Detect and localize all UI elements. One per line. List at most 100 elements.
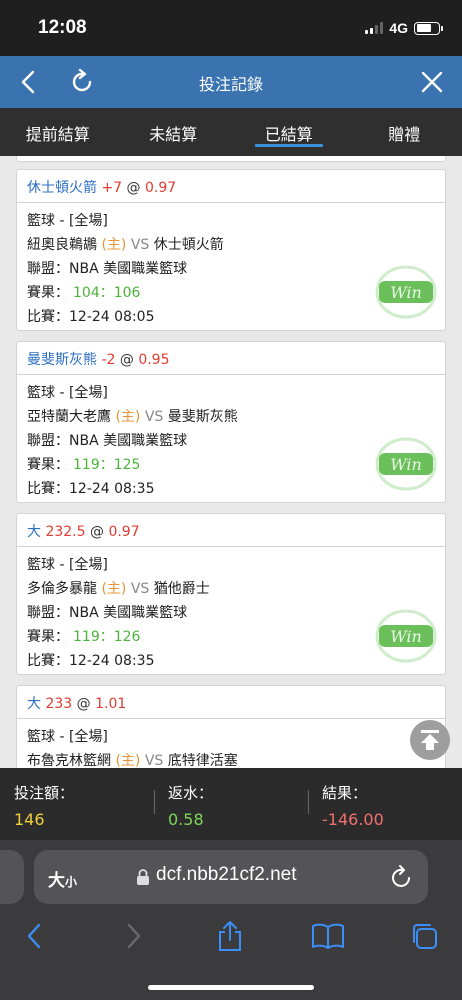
result-row: 賽果： 104：106 (27, 281, 435, 305)
result-row: 賽果： 119：126 (27, 625, 435, 649)
tab-unsettled[interactable]: 未結算 (116, 108, 232, 156)
pick-team: 休士頓火箭 (27, 180, 97, 196)
rebate-label: 返水： (168, 784, 214, 802)
league-label: 聯盟： (27, 605, 69, 621)
at-sign: @ (90, 524, 104, 540)
match-score: 119：125 (73, 457, 141, 473)
vs-label: VS (144, 753, 164, 768)
tabs-icon (413, 924, 437, 949)
win-stamp-text: Win (390, 455, 422, 474)
bet-details: 籃球 - [全場] 多倫多暴龍 (主) VS 猶他爵士 聯盟：NBA 美國職業籃… (17, 547, 445, 677)
odds: 0.97 (145, 180, 177, 196)
bet-list[interactable]: 休士頓火箭 +7 @ 0.97 籃球 - [全場] 紐奧良鵜鶘 (主) VS 休… (0, 156, 462, 768)
win-stamp: Win (375, 609, 437, 663)
vs-label: VS (144, 409, 164, 425)
matchup: 紐奧良鵜鶘 (主) VS 休士頓火箭 (27, 233, 435, 257)
handicap: 232.5 (45, 524, 86, 540)
match-score: 104：106 (73, 285, 141, 301)
bet-pick: 大 232.5 @ 0.97 (17, 514, 445, 547)
vs-label: VS (130, 581, 150, 597)
vs-label: VS (130, 237, 150, 253)
browser-back-button[interactable] (16, 918, 52, 954)
pick-team: 大 (27, 696, 41, 712)
status-bar: 12:08 4G (0, 0, 462, 56)
bet-card: 大 233 @ 1.01 籃球 - [全場] 布魯克林籃網 (主) VS 底特律… (16, 685, 446, 768)
bet-card: 曼斐斯灰熊 -2 @ 0.95 籃球 - [全場] 亞特蘭大老鷹 (主) VS … (16, 341, 446, 503)
pick-team: 曼斐斯灰熊 (27, 352, 97, 368)
chevron-right-icon (127, 923, 141, 949)
match-row: 比賽：12-24 08:05 (27, 305, 435, 329)
previous-tab-peek[interactable] (0, 850, 24, 904)
league: NBA 美國職業籃球 (69, 433, 188, 449)
tabs-button[interactable] (406, 918, 442, 954)
page-title: 投注記錄 (198, 75, 263, 94)
win-stamp-text: Win (390, 283, 422, 302)
handicap: +7 (101, 180, 123, 196)
tab-bar: 提前結算 未結算 已結算 贈禮 (0, 108, 462, 156)
bet-card: 大 232.5 @ 0.97 籃球 - [全場] 多倫多暴龍 (主) VS 猶他… (16, 513, 446, 675)
tab-gifts[interactable]: 贈禮 (347, 108, 462, 156)
sport: 籃球 - [全場] (27, 385, 108, 401)
bookmarks-button[interactable] (310, 918, 346, 954)
browser-forward-button[interactable] (116, 918, 152, 954)
app-header: 投注記錄 (0, 56, 462, 108)
win-stamp: Win (375, 265, 437, 319)
address-bar[interactable]: 大小 dcf.nbb21cf2.net (34, 850, 428, 904)
divider (154, 790, 155, 814)
share-icon (219, 921, 241, 951)
matchup: 亞特蘭大老鷹 (主) VS 曼斐斯灰熊 (27, 405, 435, 429)
network-type: 4G (389, 20, 408, 36)
divider (308, 790, 309, 814)
match-row: 比賽：12-24 08:35 (27, 649, 435, 673)
result-label: 結果： (322, 784, 368, 802)
result-value: -146.00 (322, 810, 384, 829)
bet-details: 籃球 - [全場] 布魯克林籃網 (主) VS 底特律活塞 (17, 719, 445, 768)
league-row: 聯盟：NBA 美國職業籃球 (27, 429, 435, 453)
home-team: 多倫多暴龍 (27, 581, 97, 597)
at-sign: @ (119, 352, 134, 368)
close-button[interactable] (416, 66, 448, 98)
previous-card-edge (16, 156, 446, 162)
stake-value: 146 (14, 810, 45, 829)
match-time: 12-24 08:05 (69, 309, 155, 325)
tab-early-settle[interactable]: 提前結算 (0, 108, 116, 156)
book-icon (312, 923, 344, 949)
sport: 籃球 - [全場] (27, 557, 108, 573)
at-sign: @ (76, 696, 91, 712)
handicap: -2 (101, 352, 116, 368)
sport: 籃球 - [全場] (27, 213, 108, 229)
text-size-small: 小 (65, 875, 78, 889)
arrow-up-icon (421, 730, 439, 750)
matchup: 多倫多暴龍 (主) VS 猶他爵士 (27, 577, 435, 601)
share-button[interactable] (212, 918, 248, 954)
text-size-button[interactable]: 大小 (48, 866, 77, 891)
rebate-value: 0.58 (168, 810, 204, 829)
result-label: 賽果： (27, 629, 69, 645)
result-label: 賽果： (27, 285, 69, 301)
bet-card: 休士頓火箭 +7 @ 0.97 籃球 - [全場] 紐奧良鵜鶘 (主) VS 休… (16, 169, 446, 331)
sport: 籃球 - [全場] (27, 729, 108, 745)
match-row: 比賽：12-24 08:35 (27, 477, 435, 501)
home-marker: (主) (101, 581, 127, 597)
summary-bar: 投注額： 146 返水： 0.58 結果： -146.00 (0, 768, 462, 840)
match-label: 比賽： (27, 309, 69, 325)
home-team: 亞特蘭大老鷹 (27, 409, 111, 425)
match-time: 12-24 08:35 (69, 481, 155, 497)
match-time: 12-24 08:35 (69, 653, 155, 669)
browser-toolbar (0, 914, 462, 958)
matchup: 布魯克林籃網 (主) VS 底特律活塞 (27, 749, 435, 768)
odds: 0.95 (138, 352, 170, 368)
away-team: 底特律活塞 (167, 753, 238, 768)
result-row: 賽果： 119：125 (27, 453, 435, 477)
home-team: 紐奧良鵜鶘 (27, 237, 97, 253)
away-team: 曼斐斯灰熊 (167, 409, 238, 425)
cellular-signal-icon (365, 22, 384, 34)
status-time: 12:08 (38, 17, 87, 38)
battery-icon (414, 21, 443, 35)
at-sign: @ (126, 180, 141, 196)
tab-settled[interactable]: 已結算 (231, 108, 347, 156)
match-label: 比賽： (27, 481, 69, 497)
away-team: 猶他爵士 (153, 581, 210, 597)
handicap: 233 (45, 696, 73, 712)
scroll-to-top-button[interactable] (410, 720, 450, 760)
